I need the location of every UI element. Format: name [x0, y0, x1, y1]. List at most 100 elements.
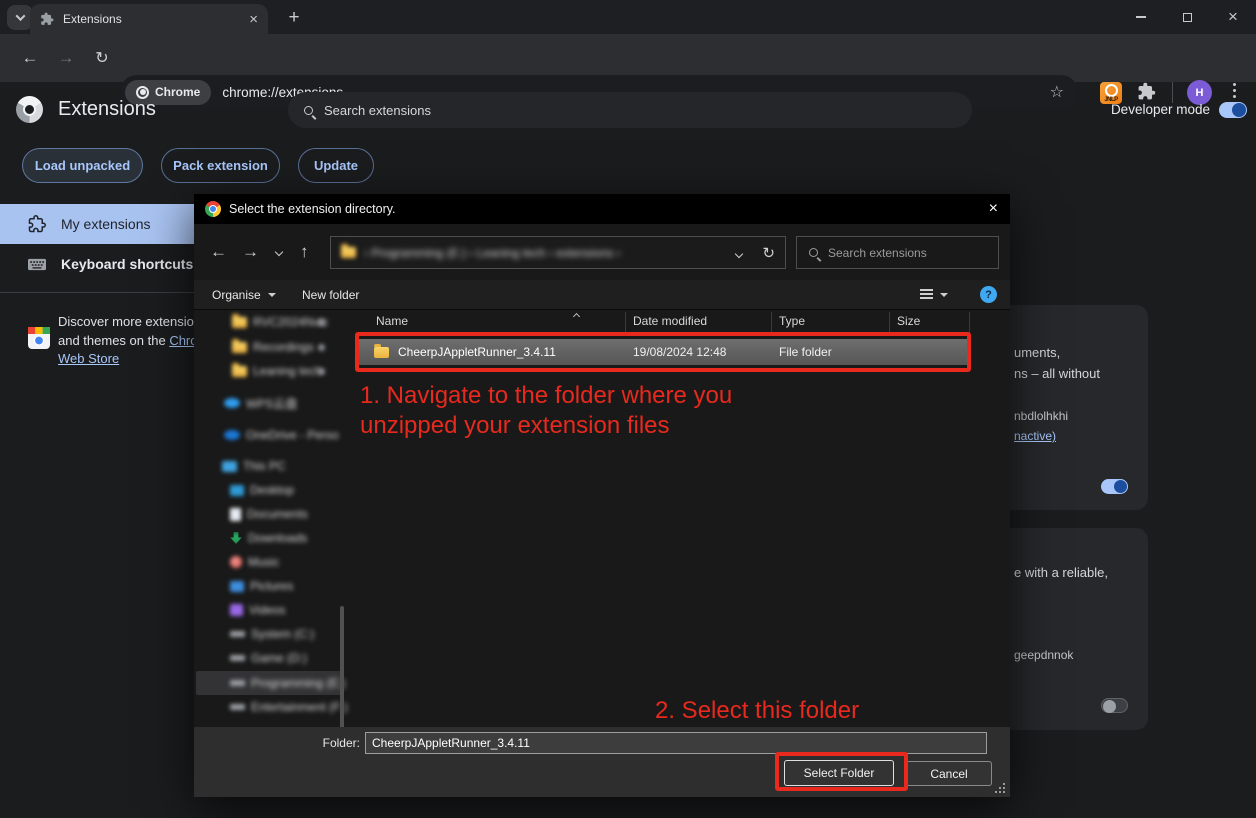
- developer-mode-label: Developer mode: [1030, 102, 1210, 117]
- dialog-title: Select the extension directory.: [229, 202, 396, 216]
- tree-item[interactable]: Pictures: [196, 574, 342, 598]
- column-type[interactable]: Type: [779, 314, 805, 328]
- forward-button[interactable]: →: [51, 34, 81, 82]
- bookmark-star-icon[interactable]: ☆: [1050, 82, 1064, 102]
- music-icon: [230, 556, 242, 568]
- sidebar-item-label: Keyboard shortcuts: [61, 256, 193, 272]
- update-button[interactable]: Update: [298, 148, 374, 183]
- developer-mode-toggle[interactable]: [1219, 102, 1247, 118]
- nav-recent-chevron-icon[interactable]: [276, 224, 282, 280]
- pictures-icon: [230, 581, 244, 592]
- dropdown-triangle-icon: [940, 293, 948, 297]
- dialog-close-icon[interactable]: ×: [989, 194, 998, 224]
- folder-name-input[interactable]: [365, 732, 987, 754]
- tree-item[interactable]: Leaning tech: [196, 359, 342, 383]
- drive-icon: [230, 655, 245, 661]
- extension-enable-toggle[interactable]: [1101, 698, 1128, 713]
- page-title: Extensions: [58, 98, 156, 121]
- dialog-body: RVC2024Nvic Recordings Leaning tech WPS云…: [194, 310, 1010, 727]
- tree-item[interactable]: Desktop: [196, 478, 342, 502]
- file-list-pane: Name Date modified Type Size CheerpJAppl…: [352, 310, 1010, 727]
- annotation-box-select-button: [775, 752, 908, 791]
- extensions-search-input[interactable]: Search extensions: [288, 92, 972, 128]
- videos-icon: [230, 604, 243, 616]
- organise-menu[interactable]: Organise: [212, 288, 276, 302]
- sidebar-item-keyboard-shortcuts[interactable]: Keyboard shortcuts: [0, 244, 226, 284]
- sidebar-item-my-extensions[interactable]: My extensions: [0, 204, 226, 244]
- downloads-icon: [230, 532, 242, 544]
- breadcrumb-address-bar[interactable]: › Programming (E:) › Leaning tech › exte…: [330, 236, 786, 269]
- tree-item[interactable]: OneDrive - Perso: [196, 423, 342, 447]
- extensions-page-logo: [16, 96, 43, 123]
- tree-item[interactable]: Entertainment (F:): [196, 695, 342, 719]
- pack-extension-button[interactable]: Pack extension: [161, 148, 280, 183]
- tree-item[interactable]: RVC2024Nvic: [196, 310, 342, 334]
- keyboard-icon: [28, 258, 46, 271]
- column-size[interactable]: Size: [897, 314, 920, 328]
- tree-item[interactable]: This PC: [196, 454, 342, 478]
- back-button[interactable]: ←: [15, 34, 45, 82]
- column-date-modified[interactable]: Date modified: [633, 314, 707, 328]
- jnlp-extension-icon[interactable]: JNLP: [1100, 82, 1122, 104]
- tab-close-icon[interactable]: ×: [249, 12, 258, 27]
- web-store-icon: [28, 327, 50, 349]
- folder-tree-pane: RVC2024Nvic Recordings Leaning tech WPS云…: [194, 310, 352, 727]
- window-close-button[interactable]: ×: [1210, 0, 1256, 34]
- folder-field-label: Folder:: [270, 736, 360, 750]
- card-text-fragment: ns – all without: [1014, 366, 1100, 381]
- sidebar-item-label: My extensions: [61, 216, 150, 232]
- sort-ascending-icon: [573, 313, 580, 320]
- extension-enable-toggle[interactable]: [1101, 479, 1128, 494]
- help-button[interactable]: ?: [980, 286, 997, 303]
- nav-forward-icon[interactable]: →: [242, 224, 259, 280]
- tab-extensions[interactable]: Extensions ×: [30, 4, 268, 34]
- nav-up-icon[interactable]: ↑: [300, 224, 309, 280]
- chrome-logo-icon: [136, 86, 149, 99]
- annotation-step1: 1. Navigate to the folder where you unzi…: [360, 381, 758, 441]
- onedrive-icon: [224, 430, 240, 440]
- web-store-link[interactable]: Web Store: [58, 351, 119, 366]
- puzzle-icon: [40, 12, 54, 26]
- column-name[interactable]: Name: [376, 314, 408, 328]
- tree-item[interactable]: Game (D:): [196, 646, 342, 670]
- refresh-icon[interactable]: ↻: [762, 244, 775, 262]
- card-text-fragment: e with a reliable,: [1014, 565, 1108, 580]
- new-folder-button[interactable]: New folder: [302, 288, 359, 302]
- load-unpacked-button[interactable]: Load unpacked: [22, 148, 143, 183]
- dialog-search-input[interactable]: Search extensions: [796, 236, 999, 269]
- inspect-views-link[interactable]: nactive): [1014, 429, 1056, 443]
- tree-item[interactable]: WPS云盘: [196, 391, 342, 415]
- cancel-button[interactable]: Cancel: [906, 761, 992, 786]
- window-controls: ×: [1118, 0, 1256, 34]
- view-options-button[interactable]: [920, 289, 948, 301]
- site-badge-label: Chrome: [155, 85, 200, 99]
- resize-grip[interactable]: [995, 783, 1005, 793]
- drive-icon: [230, 704, 245, 710]
- pin-icon: [318, 319, 325, 326]
- tree-item-selected[interactable]: Programming (E:): [196, 671, 342, 695]
- tree-item[interactable]: System (C:): [196, 622, 342, 646]
- tree-item[interactable]: Recordings: [196, 335, 342, 359]
- sidebar-divider: [0, 292, 226, 293]
- folder-icon: [232, 342, 247, 353]
- toolbar-divider: [1172, 82, 1173, 103]
- chrome-icon: [205, 201, 221, 217]
- annotation-step2: 2. Select this folder: [655, 696, 859, 726]
- minimize-button[interactable]: [1118, 0, 1164, 34]
- new-tab-button[interactable]: +: [282, 6, 306, 30]
- search-icon: [304, 106, 313, 115]
- tree-item[interactable]: Documents: [196, 502, 342, 526]
- tree-item[interactable]: Videos: [196, 598, 342, 622]
- browser-menu-icon[interactable]: [1233, 83, 1236, 98]
- desktop-icon: [230, 485, 244, 496]
- tree-item[interactable]: Downloads: [196, 526, 342, 550]
- tree-item[interactable]: Music: [196, 550, 342, 574]
- maximize-button[interactable]: [1164, 0, 1210, 34]
- nav-back-icon[interactable]: ←: [210, 224, 227, 280]
- reload-button[interactable]: ↻: [87, 34, 117, 82]
- pin-icon: [318, 368, 325, 375]
- extensions-menu-icon[interactable]: [1137, 82, 1156, 101]
- card-id-fragment: geepdnnok: [1014, 648, 1073, 662]
- address-dropdown-chevron-icon[interactable]: [736, 244, 742, 262]
- card-text-fragment: uments,: [1014, 345, 1060, 360]
